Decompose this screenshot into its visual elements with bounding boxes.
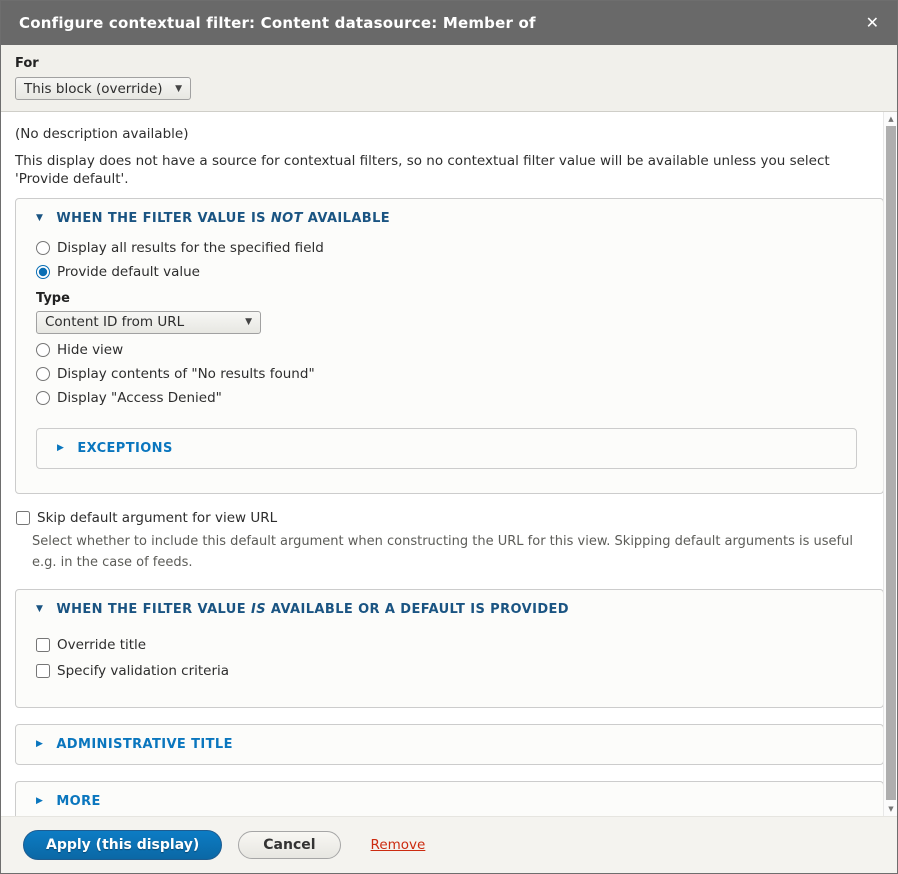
- radio-display-all-results[interactable]: Display all results for the specified fi…: [36, 240, 324, 256]
- radio-label: Hide view: [57, 342, 123, 358]
- for-display-select-value: This block (override): [24, 81, 163, 97]
- apply-button[interactable]: Apply (this display): [23, 830, 222, 861]
- checkbox-specify-validation-input[interactable]: [36, 664, 50, 678]
- remove-link[interactable]: Remove: [371, 837, 426, 853]
- default-type-select-value: Content ID from URL: [45, 314, 184, 330]
- dialog-body: (No description available) This display …: [1, 112, 897, 816]
- fieldset-legend-more: MORE: [56, 794, 100, 809]
- radio-label: Display all results for the specified fi…: [57, 240, 324, 256]
- collapse-arrow-icon: ▼: [36, 605, 43, 614]
- fieldset-toggle-exceptions[interactable]: ▶ EXCEPTIONS: [57, 441, 836, 456]
- dropdown-arrow-icon: ▼: [245, 317, 252, 327]
- radio-display-all-results-input[interactable]: [36, 241, 50, 255]
- fieldset-toggle-available[interactable]: ▼ WHEN THE FILTER VALUE IS AVAILABLE OR …: [36, 602, 863, 617]
- expand-arrow-icon: ▶: [36, 740, 43, 749]
- fieldset-legend-administrative-title: ADMINISTRATIVE TITLE: [56, 737, 233, 752]
- checkbox-label: Skip default argument for view URL: [37, 510, 277, 526]
- checkbox-skip-default-argument[interactable]: Skip default argument for view URL: [16, 510, 277, 526]
- radio-hide-view-input[interactable]: [36, 343, 50, 357]
- radio-provide-default-value[interactable]: Provide default value: [36, 264, 200, 280]
- checkbox-specify-validation[interactable]: Specify validation criteria: [36, 663, 229, 679]
- fieldset-legend-exceptions: EXCEPTIONS: [77, 441, 172, 456]
- dialog-title: Configure contextual filter: Content dat…: [19, 14, 866, 32]
- scroll-up-icon[interactable]: ▲: [884, 115, 897, 123]
- vertical-scrollbar[interactable]: ▲ ▼: [883, 112, 897, 816]
- fieldset-legend-available: WHEN THE FILTER VALUE IS AVAILABLE OR A …: [56, 602, 569, 617]
- fieldset-available: ▼ WHEN THE FILTER VALUE IS AVAILABLE OR …: [15, 589, 884, 708]
- fieldset-toggle-administrative-title[interactable]: ▶ ADMINISTRATIVE TITLE: [36, 737, 863, 752]
- fieldset-exceptions: ▶ EXCEPTIONS: [36, 428, 857, 469]
- cancel-button[interactable]: Cancel: [238, 831, 340, 860]
- fieldset-administrative-title: ▶ ADMINISTRATIVE TITLE: [15, 724, 884, 765]
- display-note-text: This display does not have a source for …: [15, 152, 884, 188]
- skip-default-description: Select whether to include this default a…: [32, 531, 860, 573]
- contextual-filter-dialog: Configure contextual filter: Content dat…: [0, 0, 898, 874]
- radio-label: Provide default value: [57, 264, 200, 280]
- checkbox-skip-default-argument-input[interactable]: [16, 511, 30, 525]
- checkbox-label: Specify validation criteria: [57, 663, 229, 679]
- checkbox-override-title-input[interactable]: [36, 638, 50, 652]
- radio-no-results-found-input[interactable]: [36, 367, 50, 381]
- checkbox-label: Override title: [57, 637, 146, 653]
- radio-label: Display "Access Denied": [57, 390, 222, 406]
- scroll-down-icon[interactable]: ▼: [884, 805, 897, 813]
- fieldset-toggle-not-available[interactable]: ▼ WHEN THE FILTER VALUE IS NOT AVAILABLE: [36, 211, 863, 226]
- scrollbar-thumb[interactable]: [886, 126, 896, 800]
- fieldset-legend-not-available: WHEN THE FILTER VALUE IS NOT AVAILABLE: [56, 211, 390, 226]
- close-icon[interactable]: ✕: [866, 15, 879, 31]
- radio-hide-view[interactable]: Hide view: [36, 342, 123, 358]
- dialog-content: (No description available) This display …: [1, 112, 897, 816]
- for-display-select[interactable]: This block (override) ▼: [15, 77, 191, 100]
- radio-no-results-found[interactable]: Display contents of "No results found": [36, 366, 315, 382]
- expand-arrow-icon: ▶: [36, 797, 43, 806]
- type-label: Type: [36, 291, 863, 306]
- for-section: For This block (override) ▼: [1, 45, 897, 112]
- radio-access-denied-input[interactable]: [36, 391, 50, 405]
- for-label: For: [15, 56, 883, 71]
- checkbox-override-title[interactable]: Override title: [36, 637, 146, 653]
- expand-arrow-icon: ▶: [57, 444, 64, 453]
- no-description-text: (No description available): [15, 125, 884, 143]
- fieldset-toggle-more[interactable]: ▶ MORE: [36, 794, 863, 809]
- dialog-footer: Apply (this display) Cancel Remove: [1, 816, 897, 873]
- dropdown-arrow-icon: ▼: [175, 84, 182, 94]
- radio-access-denied[interactable]: Display "Access Denied": [36, 390, 222, 406]
- dialog-titlebar: Configure contextual filter: Content dat…: [1, 1, 897, 45]
- fieldset-more: ▶ MORE: [15, 781, 884, 816]
- fieldset-not-available: ▼ WHEN THE FILTER VALUE IS NOT AVAILABLE…: [15, 198, 884, 494]
- radio-provide-default-value-input[interactable]: [36, 265, 50, 279]
- default-type-select[interactable]: Content ID from URL ▼: [36, 311, 261, 334]
- radio-label: Display contents of "No results found": [57, 366, 315, 382]
- collapse-arrow-icon: ▼: [36, 214, 43, 223]
